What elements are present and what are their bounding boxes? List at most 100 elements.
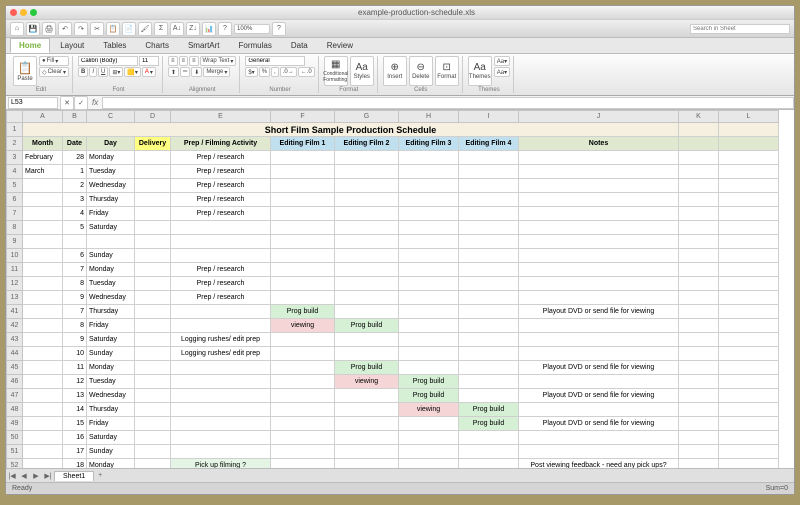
search-input[interactable] — [690, 24, 790, 34]
cell[interactable] — [335, 165, 399, 179]
row-header[interactable]: 8 — [7, 221, 23, 235]
cell[interactable] — [63, 235, 87, 249]
cell[interactable]: 16 — [63, 431, 87, 445]
cell[interactable]: Playout DVD or send file for viewing — [519, 361, 679, 375]
cell[interactable]: March — [23, 165, 63, 179]
cell[interactable] — [459, 319, 519, 333]
cell[interactable] — [719, 291, 779, 305]
paste-icon[interactable]: 📄 — [122, 22, 136, 36]
cell[interactable] — [519, 431, 679, 445]
cell[interactable] — [679, 347, 719, 361]
cell[interactable]: viewing — [335, 375, 399, 389]
cell[interactable] — [679, 277, 719, 291]
cell[interactable] — [679, 333, 719, 347]
cell[interactable]: Playout DVD or send file for viewing — [519, 305, 679, 319]
cell[interactable] — [719, 277, 779, 291]
cell[interactable] — [719, 151, 779, 165]
cell[interactable] — [135, 179, 171, 193]
col-header-J[interactable]: J — [519, 111, 679, 123]
cell[interactable]: Prep / research — [171, 165, 271, 179]
cell[interactable] — [23, 291, 63, 305]
cell[interactable] — [459, 235, 519, 249]
cell[interactable] — [87, 235, 135, 249]
row-header[interactable]: 5 — [7, 179, 23, 193]
sort-asc-icon[interactable]: A↓ — [170, 22, 184, 36]
cell[interactable] — [399, 249, 459, 263]
chart-icon[interactable]: 📊 — [202, 22, 216, 36]
cell[interactable] — [519, 151, 679, 165]
cell[interactable] — [459, 207, 519, 221]
cell[interactable] — [679, 403, 719, 417]
cell[interactable] — [135, 333, 171, 347]
tab-nav-first-icon[interactable]: |◀ — [6, 472, 18, 480]
cell[interactable] — [719, 445, 779, 459]
cell[interactable]: Sunday — [87, 445, 135, 459]
cell[interactable]: Saturday — [87, 333, 135, 347]
cell[interactable] — [23, 431, 63, 445]
cell[interactable]: Thursday — [87, 305, 135, 319]
cell[interactable]: 3 — [63, 193, 87, 207]
cell[interactable] — [679, 361, 719, 375]
cell[interactable] — [335, 263, 399, 277]
cell[interactable]: Prep / research — [171, 291, 271, 305]
cell[interactable]: Friday — [87, 207, 135, 221]
cell[interactable] — [335, 431, 399, 445]
cell[interactable]: 9 — [63, 333, 87, 347]
column-header[interactable]: Editing Film 4 — [459, 137, 519, 151]
cell[interactable] — [719, 319, 779, 333]
cell[interactable]: Prog build — [271, 305, 335, 319]
cell[interactable] — [271, 431, 335, 445]
cell[interactable] — [719, 263, 779, 277]
cell[interactable] — [519, 375, 679, 389]
cell[interactable]: Wednesday — [87, 291, 135, 305]
cell[interactable] — [719, 361, 779, 375]
cell[interactable] — [719, 235, 779, 249]
cell[interactable]: Monday — [87, 459, 135, 469]
cell[interactable] — [171, 403, 271, 417]
copy-icon[interactable]: 📋 — [106, 22, 120, 36]
cell[interactable] — [459, 263, 519, 277]
cell[interactable]: Prep / research — [171, 263, 271, 277]
tab-nav-prev-icon[interactable]: ◀ — [18, 472, 30, 480]
cell[interactable] — [23, 179, 63, 193]
paste-button[interactable]: 📋Paste — [13, 56, 37, 86]
cell[interactable] — [679, 263, 719, 277]
cell[interactable] — [335, 249, 399, 263]
cell[interactable] — [135, 445, 171, 459]
redo-icon[interactable]: ↷ — [74, 22, 88, 36]
cell[interactable]: Prep / research — [171, 151, 271, 165]
cell[interactable] — [679, 221, 719, 235]
cell[interactable]: Monday — [87, 263, 135, 277]
cell[interactable] — [459, 389, 519, 403]
cell[interactable] — [459, 375, 519, 389]
cell[interactable] — [271, 361, 335, 375]
cell[interactable] — [135, 417, 171, 431]
cell[interactable] — [171, 319, 271, 333]
cell[interactable] — [271, 221, 335, 235]
row-header[interactable]: 13 — [7, 291, 23, 305]
cell[interactable] — [23, 445, 63, 459]
cell[interactable] — [23, 459, 63, 469]
cell[interactable] — [399, 263, 459, 277]
cell[interactable] — [335, 151, 399, 165]
cell[interactable] — [135, 221, 171, 235]
cell[interactable] — [719, 375, 779, 389]
cell[interactable] — [271, 333, 335, 347]
row-header[interactable]: 47 — [7, 389, 23, 403]
col-header-E[interactable]: E — [171, 111, 271, 123]
cell[interactable]: Tuesday — [87, 165, 135, 179]
cell[interactable] — [135, 375, 171, 389]
tab-layout[interactable]: Layout — [51, 38, 93, 53]
cell[interactable] — [335, 221, 399, 235]
col-header-L[interactable]: L — [719, 111, 779, 123]
cell[interactable] — [271, 165, 335, 179]
cell[interactable] — [719, 431, 779, 445]
cell[interactable] — [459, 193, 519, 207]
cell[interactable] — [271, 277, 335, 291]
cell[interactable] — [399, 431, 459, 445]
cell[interactable]: Sunday — [87, 347, 135, 361]
cell[interactable] — [171, 445, 271, 459]
valign-mid-button[interactable]: ═ — [180, 67, 190, 77]
cell[interactable] — [135, 319, 171, 333]
cell[interactable]: 15 — [63, 417, 87, 431]
